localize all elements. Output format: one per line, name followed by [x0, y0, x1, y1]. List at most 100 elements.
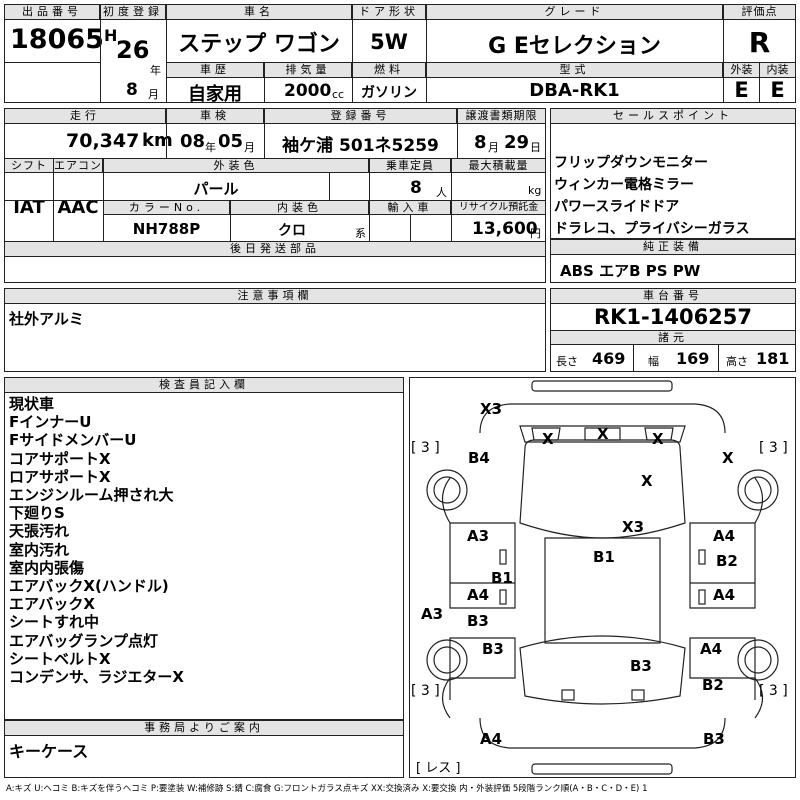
damage-mark: B3 — [703, 730, 725, 748]
interior-color-label: 内装色 — [230, 200, 369, 215]
insp-year: 08 — [180, 131, 206, 152]
note-line: FサイドメンバーU — [9, 431, 137, 450]
year-unit: 年 — [150, 64, 161, 77]
model-label: 型式 — [426, 62, 723, 78]
damage-mark: A4 — [480, 730, 503, 748]
color-label: 外装色 — [103, 158, 369, 173]
history: 自家用 — [188, 84, 242, 105]
note-line: FインナーU — [9, 413, 92, 432]
transfer-month: 8 — [474, 132, 487, 153]
interior-color: クロ — [278, 223, 306, 239]
note-line: ロアサポートX — [9, 467, 111, 486]
caution: 社外アルミ — [9, 310, 84, 328]
car-diagram: X3 X X X X X B4 X3 A3 A4 B1 B2 B1 A4 A4 … — [409, 377, 796, 778]
damage-mark: B2 — [716, 552, 738, 570]
bracket-mark: [ 3 ] — [759, 683, 788, 699]
damage-mark: B2 — [702, 676, 724, 694]
chassis-label: 車台番号 — [550, 288, 796, 304]
capacity-label: 乗車定員 — [369, 158, 451, 173]
load-unit: kg — [528, 184, 542, 197]
length-label: 長さ — [556, 355, 578, 368]
later-parts-label: 後日発送部品 — [4, 241, 546, 257]
damage-mark: A3 — [421, 605, 444, 623]
width: 169 — [676, 349, 710, 368]
insp-month: 05 — [218, 131, 244, 152]
month-unit: 月 — [148, 88, 159, 101]
height-label: 高さ — [726, 355, 748, 368]
first-reg-label: 初度登録 — [100, 4, 166, 20]
reg-month: 8 — [126, 80, 138, 100]
damage-mark: A4 — [467, 586, 490, 604]
door: 5W — [370, 30, 408, 54]
damage-mark: X — [652, 430, 664, 448]
reg-year: 26 — [116, 36, 150, 64]
capacity-unit: 人 — [436, 186, 447, 199]
ext-score: E — [734, 78, 749, 102]
mileage-unit: km — [142, 130, 173, 151]
note-line: コンデンサ、ラジエターX — [9, 668, 184, 687]
inspector-notes: 現状車 FインナーU FサイドメンバーU コアサポートX ロアサポートX エンジ… — [9, 395, 401, 686]
transfer-day: 29 — [504, 132, 530, 153]
damage-mark: X3 — [622, 518, 645, 536]
load-label: 最大積載量 — [451, 158, 546, 173]
note-line: エアバックX — [9, 595, 95, 614]
legend: A:キズ U:ヘコミ B:キズを伴うヘコミ P:要塗装 W:補修跡 S:錆 C:… — [6, 784, 648, 794]
sales-point: パワースライドドア — [554, 199, 680, 215]
note-line: 下廻りS — [9, 504, 65, 523]
lot-label: 出品番号 — [4, 4, 100, 20]
recycle-unit: 円 — [530, 227, 541, 240]
damage-mark: X3 — [480, 400, 503, 418]
color-no: NH788P — [132, 220, 201, 238]
bracket-mark: [ 3 ] — [411, 440, 440, 456]
interior-suffix: 系 — [355, 227, 366, 240]
note-line: 天張汚れ — [9, 522, 70, 541]
damage-mark: B3 — [467, 612, 489, 630]
color-no-label: カラーNo. — [103, 200, 230, 215]
score: R — [748, 26, 771, 59]
note-line: 現状車 — [9, 395, 55, 413]
note-line: エアバッグランプ点灯 — [9, 631, 158, 650]
inspection-label: 車検 — [166, 108, 264, 124]
insp-month-unit: 月 — [244, 141, 255, 154]
name-label: 車名 — [166, 4, 352, 20]
grade: G Eセレクション — [488, 34, 661, 59]
length: 469 — [592, 349, 626, 368]
reg-label: 登録番号 — [264, 108, 457, 124]
damage-mark: B3 — [630, 657, 652, 675]
damage-mark: B3 — [482, 640, 504, 658]
note-line: コアサポートX — [9, 449, 111, 468]
damage-mark: X — [542, 430, 554, 448]
recycle: 13,600 — [472, 219, 538, 239]
grade-label: グレード — [426, 4, 723, 20]
height: 181 — [756, 349, 790, 368]
cc-unit: cc — [332, 88, 345, 101]
displacement-label: 排気量 — [264, 62, 352, 78]
sales-label: セールスポイント — [550, 108, 796, 124]
damage-mark: B1 — [593, 548, 615, 566]
transfer-label: 譲渡書類期限 — [457, 108, 546, 124]
shift-label: シフト — [4, 158, 54, 173]
int-label: 内装 — [759, 62, 796, 78]
chassis: RK1-1406257 — [593, 305, 753, 329]
plate: 袖ケ浦 501ネ5259 — [282, 136, 439, 156]
mileage-label: 走行 — [4, 108, 166, 124]
fuel-label: 燃料 — [352, 62, 426, 78]
damage-mark: B1 — [491, 569, 513, 587]
damage-mark: A4 — [713, 527, 736, 545]
note-line: シートベルトX — [9, 649, 111, 668]
transfer-day-unit: 日 — [530, 141, 541, 154]
bracket-mark: [ 3 ] — [411, 683, 440, 699]
ext-label: 外装 — [723, 62, 760, 78]
color: パール — [193, 180, 239, 198]
office-note: キーケース — [9, 742, 89, 761]
score-label: 評価点 — [723, 4, 796, 20]
int-score: E — [770, 78, 785, 102]
sales-point: ドラレコ、プライバシーガラス — [554, 221, 750, 237]
damage-mark: A4 — [713, 586, 736, 604]
sales-point: フリップダウンモニター — [554, 155, 708, 171]
mileage: 70,347 — [66, 130, 140, 152]
bracket-mark: [ 3 ] — [759, 440, 788, 456]
import-label: 輸入車 — [369, 200, 451, 215]
lot-number: 18065 — [10, 24, 104, 55]
recycle-label: リサイクル預託金 — [451, 200, 546, 215]
